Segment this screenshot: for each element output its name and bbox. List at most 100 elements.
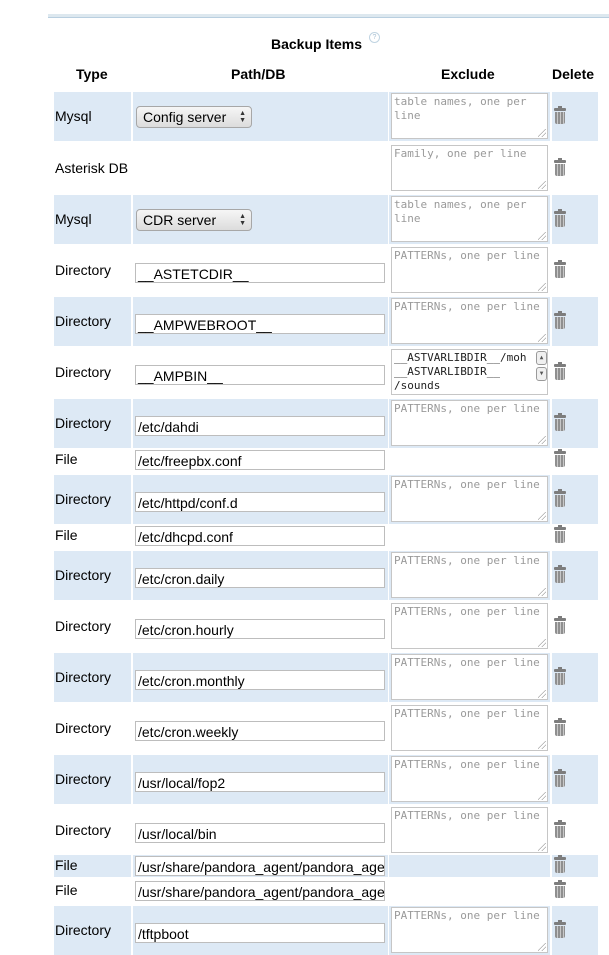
exclude-textarea[interactable]: PATTERNs, one per line [391, 807, 548, 853]
resize-grip-icon[interactable] [538, 943, 546, 951]
trash-icon[interactable] [554, 158, 566, 176]
trash-bin [555, 317, 565, 329]
path-input[interactable]: /etc/cron.daily [135, 568, 385, 588]
trash-bin [555, 266, 565, 278]
column-header-exclude: Exclude [441, 66, 495, 82]
exclude-textarea[interactable]: PATTERNs, one per line [391, 298, 548, 344]
trash-lid [554, 415, 566, 418]
trash-icon[interactable] [554, 260, 566, 278]
exclude-placeholder: table names, one per line [394, 95, 534, 122]
table-row: File/usr/share/pandora_agent/pandora_age… [54, 880, 598, 902]
resize-grip-icon[interactable] [538, 690, 546, 698]
trash-icon[interactable] [554, 769, 566, 787]
trash-icon[interactable] [554, 489, 566, 507]
resize-grip-icon[interactable] [538, 283, 546, 291]
section-divider [48, 14, 609, 18]
type-label: Directory [55, 491, 112, 507]
trash-lid [554, 364, 566, 367]
exclude-textarea[interactable]: PATTERNs, one per line [391, 476, 548, 522]
resize-grip-icon[interactable] [538, 436, 546, 444]
type-label: Directory [55, 669, 112, 685]
trash-icon[interactable] [554, 413, 566, 431]
trash-bin [555, 571, 565, 583]
exclude-textarea[interactable]: PATTERNs, one per line [391, 552, 548, 598]
trash-lid [554, 882, 566, 885]
resize-grip-icon[interactable] [538, 792, 546, 800]
table-row: Directory/etc/cron.weekly PATTERNs, one p… [54, 704, 598, 753]
server-select[interactable]: Config server ▲ ▼ [136, 106, 252, 128]
trash-icon[interactable] [554, 616, 566, 634]
trash-icon[interactable] [554, 106, 566, 124]
trash-lid [554, 313, 566, 316]
exclude-textarea[interactable]: PATTERNs, one per line [391, 654, 548, 700]
trash-icon[interactable] [554, 565, 566, 583]
path-input[interactable]: /etc/freepbx.conf [135, 450, 385, 470]
trash-lid [554, 262, 566, 265]
type-label: File [55, 882, 78, 898]
trash-bin [555, 495, 565, 507]
trash-icon[interactable] [554, 449, 566, 467]
server-select[interactable]: CDR server ▲ ▼ [136, 209, 252, 231]
table-row: Directory/tftpboot PATTERNs, one per line [54, 906, 598, 955]
path-input[interactable]: /tftpboot [135, 923, 385, 943]
trash-lid [554, 160, 566, 163]
trash-icon[interactable] [554, 362, 566, 380]
resize-grip-icon[interactable] [538, 639, 546, 647]
path-input[interactable]: /etc/dahdi [135, 416, 385, 436]
trash-icon[interactable] [554, 209, 566, 227]
exclude-textarea[interactable]: PATTERNs, one per line [391, 400, 548, 446]
exclude-textarea[interactable]: PATTERNs, one per line [391, 603, 548, 649]
trash-icon[interactable] [554, 667, 566, 685]
path-input[interactable]: /usr/share/pandora_agent/pandora_agent_d… [135, 881, 385, 901]
resize-grip-icon[interactable] [538, 181, 546, 189]
path-input[interactable]: /etc/httpd/conf.d [135, 492, 385, 512]
exclude-textarea[interactable]: PATTERNs, one per line [391, 907, 548, 953]
table-row: File/etc/dhcpd.conf [54, 525, 598, 547]
path-input[interactable]: /etc/cron.monthly [135, 670, 385, 690]
path-input[interactable]: /etc/dhcpd.conf [135, 526, 385, 546]
resize-grip-icon[interactable] [538, 588, 546, 596]
trash-lid [554, 720, 566, 723]
trash-bin [555, 826, 565, 838]
resize-grip-icon[interactable] [538, 512, 546, 520]
trash-bin [555, 531, 565, 543]
exclude-textarea[interactable]: __ASTVARLIBDIR__/moh __ASTVARLIBDIR__ /s… [391, 349, 548, 395]
table-row: Mysql Config server ▲ ▼ table names, one per… [54, 92, 598, 141]
table-row: Directory __ASTETCDIR__ PATTERNs, one per … [54, 246, 598, 295]
resize-grip-icon[interactable] [538, 129, 546, 137]
exclude-placeholder: PATTERNs, one per line [394, 758, 540, 771]
type-label: Directory [55, 313, 112, 329]
type-label: Asterisk DB [55, 160, 129, 176]
type-label: File [55, 857, 78, 873]
path-input[interactable]: /etc/cron.weekly [135, 721, 385, 741]
trash-icon[interactable] [554, 525, 566, 543]
path-input[interactable]: __AMPBIN__ [135, 365, 385, 385]
trash-icon[interactable] [554, 311, 566, 329]
exclude-textarea[interactable]: table names, one per line [391, 196, 548, 242]
type-label: Directory [55, 262, 112, 278]
help-icon[interactable]: ? [369, 32, 380, 43]
trash-bin [555, 926, 565, 938]
trash-icon[interactable] [554, 718, 566, 736]
resize-grip-icon[interactable] [538, 843, 546, 851]
exclude-textarea[interactable]: PATTERNs, one per line [391, 756, 548, 802]
path-input[interactable]: __AMPWEBROOT__ [135, 314, 385, 334]
path-input[interactable]: /usr/local/bin [135, 823, 385, 843]
exclude-textarea[interactable]: Family, one per line [391, 145, 548, 191]
exclude-textarea[interactable]: PATTERNs, one per line [391, 247, 548, 293]
exclude-placeholder: table names, one per line [394, 198, 534, 225]
trash-icon[interactable] [554, 820, 566, 838]
textarea-scrollbar[interactable]: ▲ ▼ [536, 351, 547, 381]
exclude-textarea[interactable]: PATTERNs, one per line [391, 705, 548, 751]
path-input[interactable]: /usr/local/fop2 [135, 772, 385, 792]
path-input[interactable]: __ASTETCDIR__ [135, 263, 385, 283]
resize-grip-icon[interactable] [538, 232, 546, 240]
exclude-textarea[interactable]: table names, one per line [391, 93, 548, 139]
resize-grip-icon[interactable] [538, 741, 546, 749]
trash-icon[interactable] [554, 855, 566, 873]
table-row: Asterisk DB Family, one per line [54, 144, 598, 193]
trash-icon[interactable] [554, 880, 566, 898]
resize-grip-icon[interactable] [538, 334, 546, 342]
path-input[interactable]: /etc/cron.hourly [135, 619, 385, 639]
path-input[interactable]: /usr/share/pandora_agent/pandora_agent.c… [135, 856, 385, 876]
